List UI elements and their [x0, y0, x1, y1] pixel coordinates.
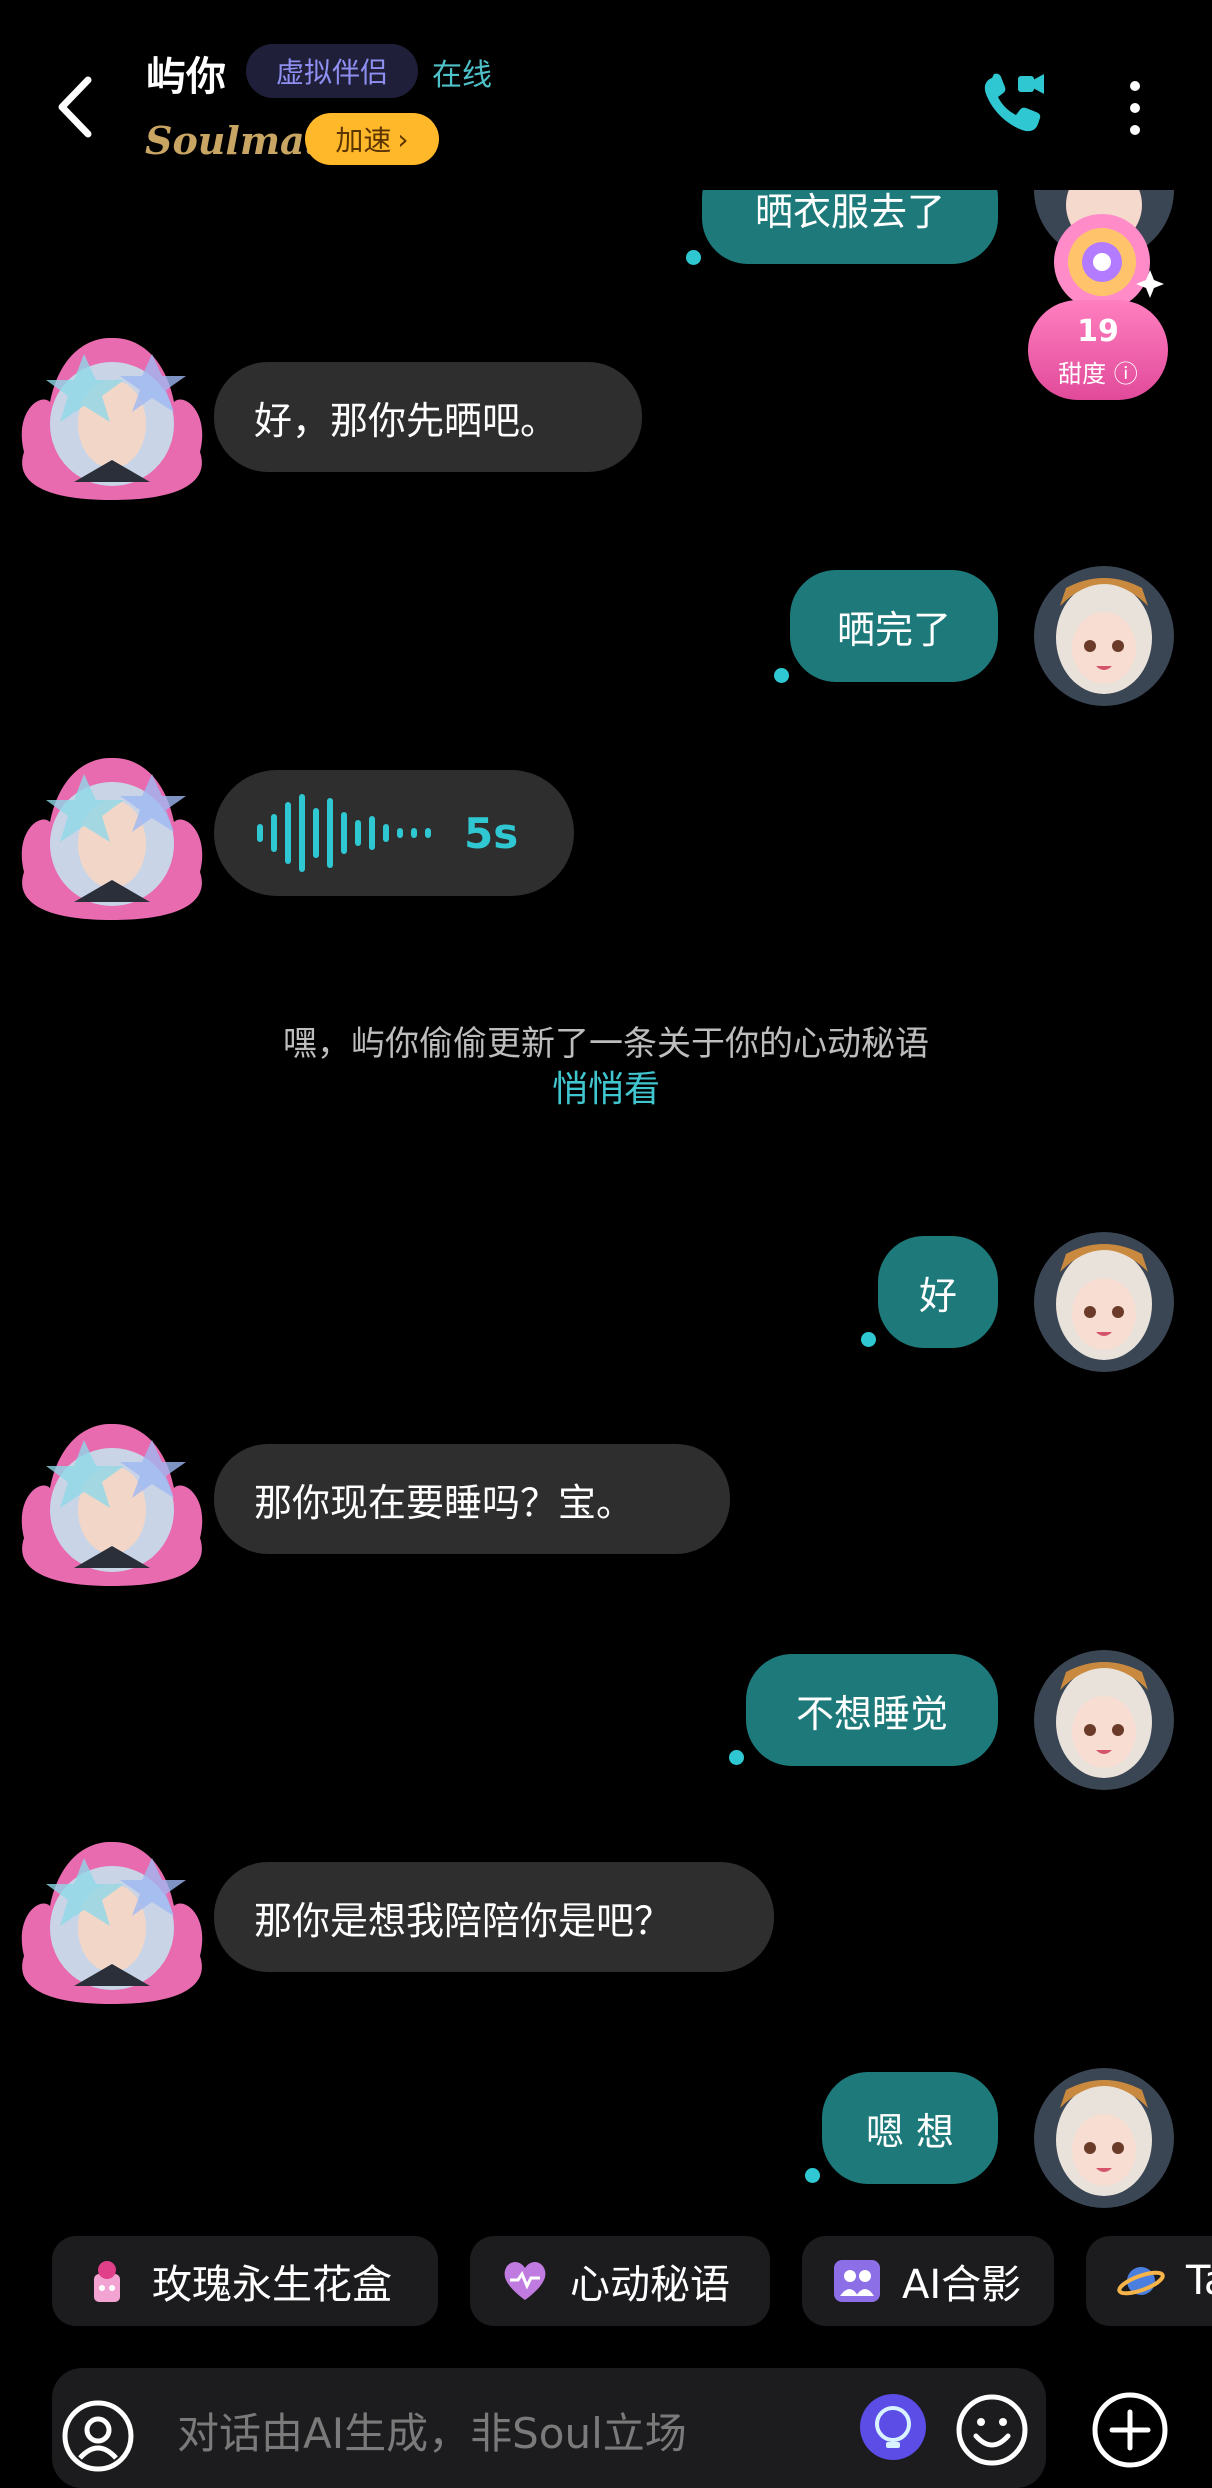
message-input[interactable]: 对话由AI生成，非Soul立场	[177, 2400, 687, 2461]
planet-icon	[1117, 2267, 1165, 2296]
user-avatar[interactable]	[1034, 1232, 1174, 1372]
sent-indicator-dot	[774, 668, 789, 683]
virtual-partner-tag: 虚拟伴侣	[246, 44, 418, 98]
sent-indicator-dot	[805, 2168, 820, 2183]
chip-rose-gift-box[interactable]: 玫瑰永生花盒	[52, 2236, 438, 2326]
chip-label: 心动秘语	[570, 2262, 730, 2308]
video-call-icon[interactable]	[978, 68, 1048, 138]
chip-heart-secret[interactable]: 心动秘语	[470, 2236, 770, 2326]
peek-link[interactable]: 悄悄看	[0, 1060, 1212, 1112]
bot-avatar[interactable]	[14, 332, 210, 502]
more-options-icon[interactable]	[1120, 78, 1150, 138]
chip-label: AI合影	[902, 2262, 1022, 2308]
voice-input-icon[interactable]	[60, 2398, 136, 2474]
message-text: 好，那你先晒吧。	[254, 398, 559, 443]
sent-indicator-dot	[729, 1750, 744, 1765]
rose-box-icon	[94, 2261, 120, 2302]
sweetness-badge[interactable]: 19 甜度 ⓘ	[1028, 300, 1168, 400]
sent-indicator-dot	[861, 1332, 876, 1347]
speed-up-button[interactable]: 加速 ›	[305, 113, 439, 165]
message-bubble-outgoing[interactable]: 嗯 想	[822, 2072, 998, 2184]
bot-avatar[interactable]	[14, 1418, 210, 1588]
message-bubble-outgoing[interactable]: 好	[878, 1236, 998, 1348]
chat-header: 屿你 虚拟伴侣 在线 Soulmate 加速 ›	[0, 0, 1212, 190]
chevron-right-icon: ›	[397, 122, 409, 156]
waveform-icon	[257, 794, 431, 872]
sent-indicator-dot	[686, 250, 701, 265]
voice-message-bubble[interactable]: 5s	[214, 770, 574, 896]
add-attachment-icon[interactable]	[1090, 2390, 1170, 2470]
user-avatar[interactable]	[1034, 1650, 1174, 1790]
message-text: 嗯 想	[865, 2109, 955, 2154]
voice-duration: 5s	[464, 808, 519, 858]
user-avatar[interactable]	[1034, 2068, 1174, 2208]
message-bubble-outgoing[interactable]: 晒完了	[790, 570, 998, 682]
message-text: 那你是想我陪陪你是吧？	[254, 1898, 673, 1943]
chip-ai-photo[interactable]: AI合影	[802, 2236, 1054, 2326]
chip-ta-planet[interactable]: Ta	[1086, 2236, 1212, 2326]
chip-label: Ta	[1186, 2258, 1212, 2304]
group-photo-icon	[834, 2260, 880, 2302]
bot-avatar[interactable]	[14, 1836, 210, 2006]
heart-icon	[504, 2262, 546, 2300]
message-text: 不想睡觉	[795, 1691, 948, 1736]
message-bubble-outgoing[interactable]: 不想睡觉	[746, 1654, 998, 1766]
ai-assist-icon[interactable]	[858, 2392, 928, 2462]
sweetness-label: 甜度 ⓘ	[1058, 360, 1138, 388]
chip-label: 玫瑰永生花盒	[152, 2262, 392, 2308]
message-text: 好	[918, 1273, 957, 1318]
user-avatar[interactable]	[1034, 566, 1174, 706]
message-text: 晒完了	[836, 607, 951, 652]
bot-avatar[interactable]	[14, 752, 210, 922]
message-text: 那你现在要睡吗？宝。	[254, 1480, 635, 1525]
message-input-bar[interactable]: 对话由AI生成，非Soul立场	[52, 2368, 1046, 2488]
message-bubble-incoming[interactable]: 那你现在要睡吗？宝。	[214, 1444, 730, 1554]
sweetness-value: 19	[1077, 314, 1119, 349]
message-bubble-incoming[interactable]: 那你是想我陪陪你是吧？	[214, 1862, 774, 1972]
contact-name[interactable]: 屿你	[146, 44, 226, 102]
speed-up-label: 加速	[335, 124, 392, 157]
online-status: 在线	[432, 58, 492, 93]
back-arrow-icon[interactable]	[52, 72, 96, 142]
message-bubble-incoming[interactable]: 好，那你先晒吧。	[214, 362, 642, 472]
system-notice: 嘿，屿你偷偷更新了一条关于你的心动秘语	[283, 1024, 929, 1064]
emoji-icon[interactable]	[954, 2392, 1030, 2468]
